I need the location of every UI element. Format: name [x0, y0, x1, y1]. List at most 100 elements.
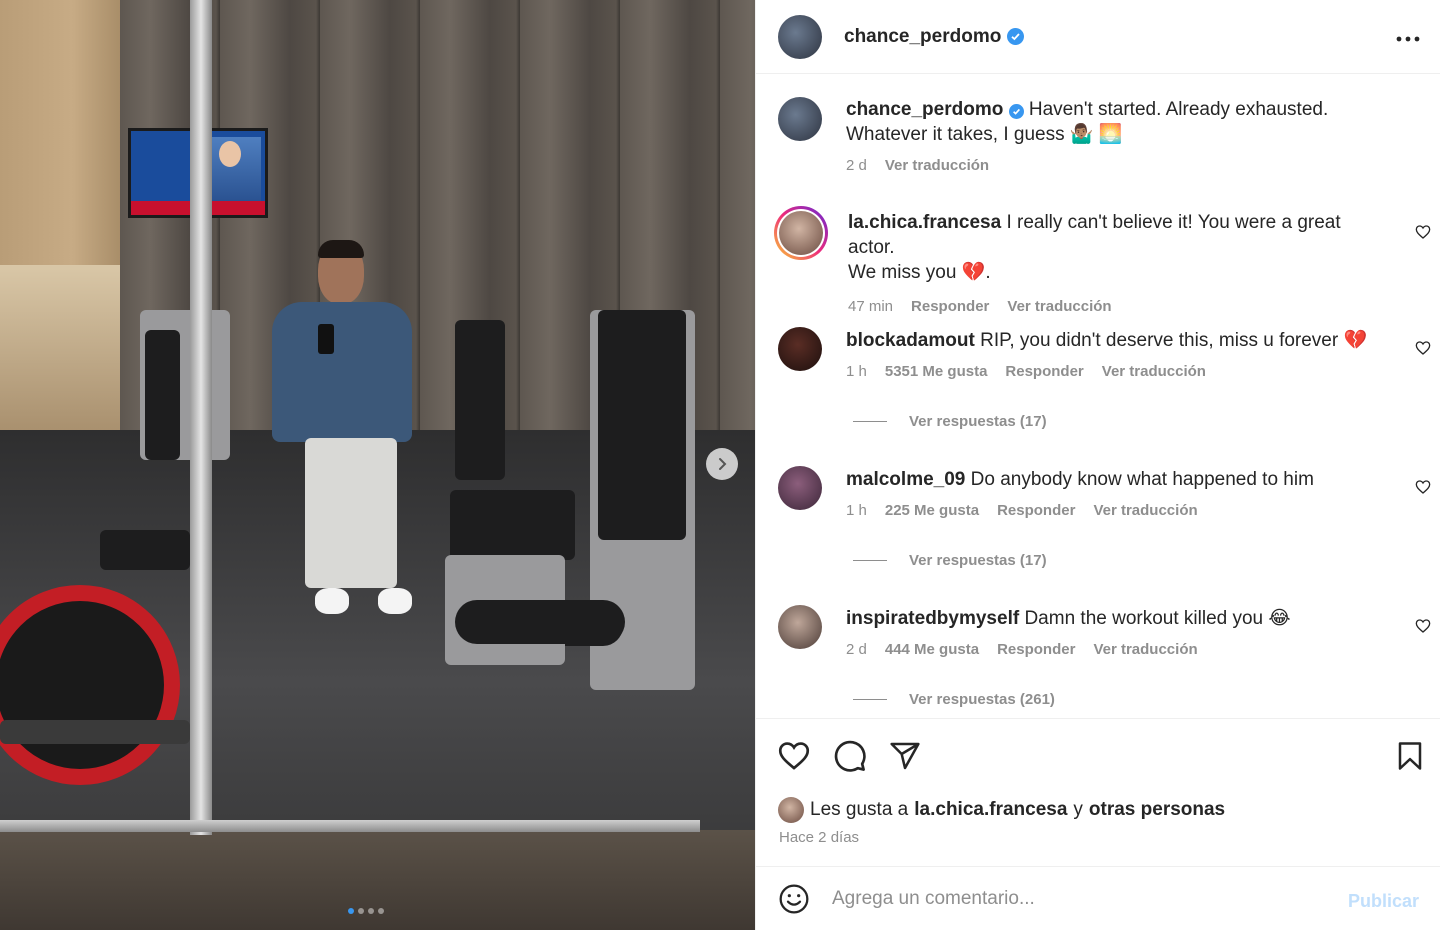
- photo-machine: [455, 320, 505, 480]
- caption-text: chance_perdomo Haven't started. Already …: [846, 97, 1386, 147]
- caption-line2: Whatever it takes, I guess: [846, 124, 1065, 145]
- caption-translate[interactable]: Ver traducción: [885, 157, 989, 174]
- share-icon: [890, 742, 920, 769]
- more-icon: [1396, 36, 1420, 42]
- comment-age[interactable]: 1 h: [846, 363, 867, 380]
- photo-person-phone: [318, 324, 334, 354]
- author-username[interactable]: chance_perdomo: [844, 26, 1001, 48]
- photo-machine: [598, 310, 686, 540]
- comment-likes[interactable]: 225 Me gusta: [885, 502, 979, 519]
- comment-translate[interactable]: Ver traducción: [1007, 298, 1111, 315]
- view-replies-button[interactable]: Ver respuestas (261): [853, 691, 1055, 708]
- comment-body: inspiratedbymyself Damn the workout kill…: [846, 605, 1386, 658]
- post-photo[interactable]: [0, 0, 755, 930]
- photo-left-wall: [0, 0, 120, 440]
- comment-row: blockadamout RIP, you didn't deserve thi…: [778, 327, 1428, 380]
- author-avatar[interactable]: [778, 14, 822, 59]
- view-replies-label[interactable]: Ver respuestas (17): [909, 413, 1047, 430]
- comment-like-button[interactable]: [1413, 223, 1433, 243]
- comment-avatar[interactable]: [778, 605, 822, 649]
- view-replies-label[interactable]: Ver respuestas (261): [909, 691, 1055, 708]
- photo-person-hair: [318, 240, 364, 258]
- heart-icon: [1415, 618, 1431, 633]
- carousel-next-button[interactable]: [706, 448, 738, 480]
- post-actions: Les gusta a la.chica.francesa y otras pe…: [756, 718, 1440, 866]
- heart-icon: [1415, 224, 1431, 239]
- comment-reply[interactable]: Responder: [911, 298, 989, 315]
- comment-text: inspiratedbymyself Damn the workout kill…: [846, 606, 1386, 631]
- comment-emoji: 💔: [1343, 330, 1368, 351]
- view-replies-button[interactable]: Ver respuestas (17): [853, 413, 1047, 430]
- caption-meta: 2 d Ver traducción: [846, 157, 1386, 174]
- carousel-dots: [348, 908, 384, 914]
- comment-meta: 1 h 5351 Me gusta Responder Ver traducci…: [846, 363, 1386, 380]
- comment-row: la.chica.francesa I really can't believe…: [774, 206, 1424, 315]
- save-button[interactable]: [1392, 739, 1428, 775]
- liker-avatar[interactable]: [778, 797, 804, 823]
- comment-input[interactable]: [832, 887, 1332, 910]
- comment-composer: Publicar: [756, 866, 1440, 930]
- caption-row: chance_perdomo Haven't started. Already …: [778, 97, 1428, 174]
- comment-body: malcolme_09 Do anybody know what happene…: [846, 466, 1386, 519]
- comment-meta: 2 d 444 Me gusta Responder Ver traducció…: [846, 641, 1386, 658]
- publish-button[interactable]: Publicar: [1348, 891, 1419, 912]
- caption-avatar[interactable]: [778, 97, 822, 141]
- verified-icon: [1007, 28, 1025, 45]
- carousel-dot: [358, 908, 364, 914]
- comments-list[interactable]: chance_perdomo Haven't started. Already …: [756, 75, 1440, 718]
- comment-like-button[interactable]: [1413, 478, 1433, 498]
- comment-like-button[interactable]: [1413, 339, 1433, 359]
- photo-machine: [145, 330, 180, 460]
- caption-age[interactable]: 2 d: [846, 157, 867, 174]
- comment-likes[interactable]: 444 Me gusta: [885, 641, 979, 658]
- photo-person-shoe: [315, 588, 349, 614]
- comment-reply[interactable]: Responder: [997, 502, 1075, 519]
- replies-line: [853, 421, 887, 422]
- more-options-button[interactable]: [1396, 22, 1420, 48]
- replies-line: [853, 699, 887, 700]
- comment-age[interactable]: 1 h: [846, 502, 867, 519]
- photo-person-pants: [305, 438, 397, 588]
- post-date[interactable]: Hace 2 días: [779, 829, 859, 846]
- carousel-dot: [378, 908, 384, 914]
- comment-message: Do anybody know what happened to him: [970, 469, 1314, 490]
- likes-user[interactable]: la.chica.francesa: [914, 799, 1067, 821]
- photo-window: [0, 265, 120, 435]
- comment-reply[interactable]: Responder: [1005, 363, 1083, 380]
- comment-username[interactable]: malcolme_09: [846, 469, 965, 490]
- caption-emojis: 🤷🏽‍♂️ 🌅: [1069, 124, 1123, 145]
- comment-text: malcolme_09 Do anybody know what happene…: [846, 467, 1386, 492]
- comment-age[interactable]: 47 min: [848, 298, 893, 315]
- like-button[interactable]: [776, 739, 812, 775]
- comment-username[interactable]: inspiratedbymyself: [846, 608, 1019, 629]
- comment-avatar[interactable]: [778, 327, 822, 371]
- comment-reply[interactable]: Responder: [997, 641, 1075, 658]
- comment-translate[interactable]: Ver traducción: [1102, 363, 1206, 380]
- post-header: chance_perdomo: [756, 0, 1440, 74]
- carousel-dot-active: [348, 908, 354, 914]
- photo-seat: [100, 530, 190, 570]
- photo-person-shirt: [272, 302, 412, 442]
- caption-username[interactable]: chance_perdomo: [846, 99, 1003, 120]
- comment-avatar-ring[interactable]: [774, 206, 828, 260]
- view-replies-label[interactable]: Ver respuestas (17): [909, 552, 1047, 569]
- heart-icon: [1415, 479, 1431, 494]
- comment-button[interactable]: [832, 739, 868, 775]
- comment-username[interactable]: la.chica.francesa: [848, 212, 1001, 233]
- comment-emoji: 😂: [1268, 608, 1291, 629]
- comment-row: inspiratedbymyself Damn the workout kill…: [778, 605, 1428, 658]
- comment-translate[interactable]: Ver traducción: [1093, 641, 1197, 658]
- comment-age[interactable]: 2 d: [846, 641, 867, 658]
- comment-row: malcolme_09 Do anybody know what happene…: [778, 466, 1428, 519]
- comment-translate[interactable]: Ver traducción: [1093, 502, 1197, 519]
- share-button[interactable]: [887, 739, 923, 775]
- comment-username[interactable]: blockadamout: [846, 330, 975, 351]
- view-replies-button[interactable]: Ver respuestas (17): [853, 552, 1047, 569]
- emoji-icon[interactable]: [778, 883, 810, 915]
- heart-icon: [778, 742, 810, 770]
- comment-like-button[interactable]: [1413, 617, 1433, 637]
- likes-others[interactable]: otras personas: [1089, 799, 1225, 821]
- comment-likes[interactable]: 5351 Me gusta: [885, 363, 988, 380]
- comment-suffix: .: [985, 262, 991, 283]
- comment-avatar[interactable]: [778, 466, 822, 510]
